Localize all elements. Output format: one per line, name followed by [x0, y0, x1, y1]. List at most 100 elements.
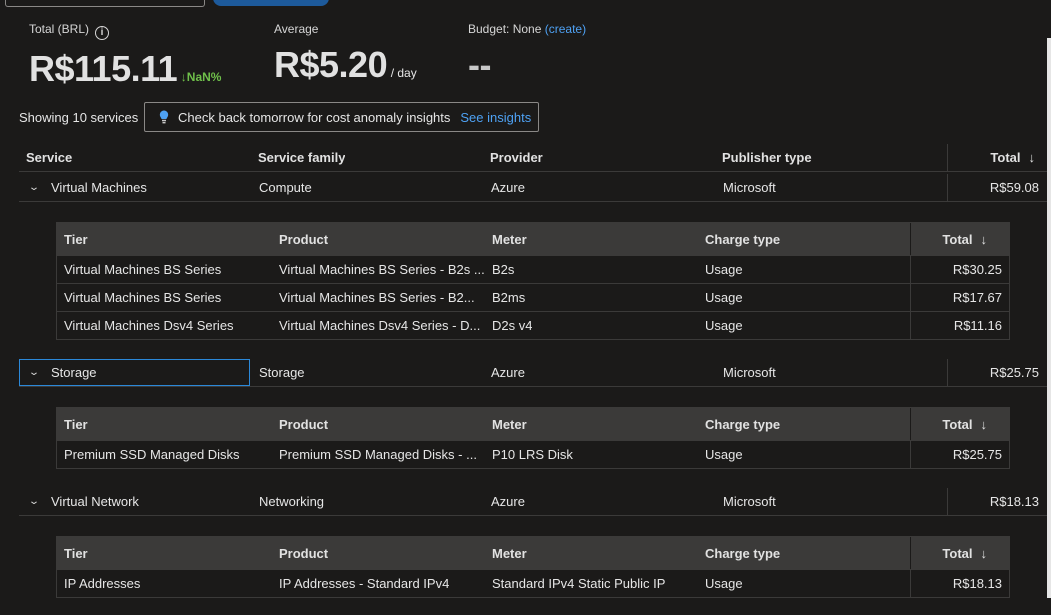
product-cell: Premium SSD Managed Disks - ...	[279, 447, 477, 462]
col-total[interactable]: Total ↓	[949, 144, 1035, 171]
arrow-down-icon: ↓	[1028, 150, 1036, 165]
total-label: Total (BRL)	[29, 22, 90, 36]
service-row-storage[interactable]: ⌄ Storage Storage Azure Microsoft R$25.75	[19, 359, 1047, 387]
table-row[interactable]: Virtual Machines Dsv4 Series Virtual Mac…	[57, 311, 1009, 339]
service-name: Virtual Network	[51, 494, 139, 509]
col-charge-type[interactable]: Charge type	[705, 408, 780, 440]
meter-cell: B2s	[492, 262, 515, 277]
table-row[interactable]: Virtual Machines BS Series Virtual Machi…	[57, 283, 1009, 311]
detail-header: Tier Product Meter Charge type Total ↓	[57, 223, 1009, 255]
see-insights-link[interactable]: See insights	[460, 110, 531, 125]
create-budget-link[interactable]: (create)	[545, 22, 586, 36]
provider: Azure	[491, 180, 525, 195]
total-cell: R$17.67	[952, 290, 1002, 305]
tier-cell: Virtual Machines Dsv4 Series	[64, 318, 234, 333]
meter-cell: D2s v4	[492, 318, 533, 333]
service-family: Storage	[259, 365, 305, 380]
table-header: Service Service family Provider Publishe…	[19, 144, 1047, 172]
charge-cell: Usage	[705, 318, 743, 333]
col-total[interactable]: Total ↓	[912, 537, 987, 569]
col-product[interactable]: Product	[279, 537, 328, 569]
detail-table-virtual-machines: Tier Product Meter Charge type Total ↓ Vi…	[56, 222, 1010, 340]
tier-cell: Premium SSD Managed Disks	[64, 447, 240, 462]
scrollbar[interactable]	[1047, 38, 1051, 598]
col-meter[interactable]: Meter	[492, 537, 527, 569]
arrow-down-icon: ↓	[980, 545, 988, 561]
chevron-down-icon[interactable]: ⌄	[27, 496, 44, 507]
average-unit: / day	[390, 66, 417, 80]
service-row-virtual-network[interactable]: ⌄ Virtual Network Networking Azure Micros…	[19, 488, 1047, 516]
total-cell: R$30.25	[952, 262, 1002, 277]
meter-cell: B2ms	[492, 290, 526, 305]
lightbulb-icon	[159, 110, 169, 124]
total-cell: R$25.75	[952, 447, 1002, 462]
scope-selector[interactable]	[5, 0, 205, 7]
budget-value: --	[468, 44, 491, 85]
table-row[interactable]: Virtual Machines BS Series Virtual Machi…	[57, 255, 1009, 283]
showing-count: Showing 10 services	[19, 110, 139, 125]
col-meter[interactable]: Meter	[492, 408, 527, 440]
charge-cell: Usage	[705, 262, 743, 277]
publisher-type: Microsoft	[723, 494, 776, 509]
service-row-virtual-machines[interactable]: ⌄ Virtual Machines Compute Azure Microsof…	[19, 174, 1047, 202]
col-tier[interactable]: Tier	[64, 408, 88, 440]
publisher-type: Microsoft	[723, 365, 776, 380]
budget-kpi: Budget: None (create) --	[468, 22, 586, 86]
budget-label: Budget: None	[468, 22, 542, 36]
service-name: Virtual Machines	[51, 180, 147, 195]
tier-cell: Virtual Machines BS Series	[64, 290, 222, 305]
product-cell: Virtual Machines BS Series - B2...	[279, 290, 475, 305]
service-total: R$25.75	[989, 365, 1039, 380]
publisher-type: Microsoft	[723, 180, 776, 195]
col-provider[interactable]: Provider	[490, 144, 543, 171]
charge-cell: Usage	[705, 290, 743, 305]
col-publisher-type[interactable]: Publisher type	[722, 144, 812, 171]
detail-table-storage: Tier Product Meter Charge type Total ↓ Pr…	[56, 407, 1010, 469]
chevron-down-icon[interactable]: ⌄	[27, 367, 44, 378]
total-kpi: Total (BRL) i R$115.11 ↓NaN%	[29, 22, 221, 90]
service-name: Storage	[51, 365, 97, 380]
provider: Azure	[491, 494, 525, 509]
total-cell: R$11.16	[953, 318, 1002, 333]
col-total[interactable]: Total ↓	[912, 408, 987, 440]
col-meter[interactable]: Meter	[492, 223, 527, 255]
table-row[interactable]: Premium SSD Managed Disks Premium SSD Ma…	[57, 440, 1009, 468]
chevron-down-icon[interactable]: ⌄	[27, 182, 44, 193]
service-total: R$59.08	[989, 180, 1039, 195]
average-label: Average	[274, 22, 319, 36]
arrow-down-icon: ↓	[980, 231, 988, 247]
detail-header: Tier Product Meter Charge type Total ↓	[57, 537, 1009, 569]
detail-header: Tier Product Meter Charge type Total ↓	[57, 408, 1009, 440]
product-cell: Virtual Machines Dsv4 Series - D...	[279, 318, 481, 333]
total-cell: R$18.13	[952, 576, 1002, 591]
meter-cell: Standard IPv4 Static Public IP	[492, 576, 666, 591]
meter-cell: P10 LRS Disk	[492, 447, 573, 462]
col-charge-type[interactable]: Charge type	[705, 537, 780, 569]
average-kpi: Average R$5.20 / day	[274, 22, 417, 86]
col-service[interactable]: Service	[26, 144, 72, 171]
col-tier[interactable]: Tier	[64, 537, 88, 569]
col-service-family[interactable]: Service family	[258, 144, 345, 171]
service-family: Networking	[259, 494, 325, 509]
col-product[interactable]: Product	[279, 408, 328, 440]
col-product[interactable]: Product	[279, 223, 328, 255]
product-cell: IP Addresses - Standard IPv4	[279, 576, 450, 591]
tier-cell: IP Addresses	[64, 576, 141, 591]
table-row[interactable]: IP Addresses IP Addresses - Standard IPv…	[57, 569, 1009, 597]
col-tier[interactable]: Tier	[64, 223, 88, 255]
insight-banner: Check back tomorrow for cost anomaly ins…	[144, 102, 539, 132]
detail-table-virtual-network: Tier Product Meter Charge type Total ↓ IP…	[56, 536, 1010, 598]
tier-cell: Virtual Machines BS Series	[64, 262, 222, 277]
service-family: Compute	[259, 180, 312, 195]
provider: Azure	[491, 365, 525, 380]
arrow-down-icon: ↓	[980, 416, 988, 432]
col-charge-type[interactable]: Charge type	[705, 223, 780, 255]
col-total[interactable]: Total ↓	[912, 223, 987, 255]
total-trend: ↓NaN%	[180, 70, 222, 84]
average-value: R$5.20	[274, 44, 388, 85]
insight-text: Check back tomorrow for cost anomaly ins…	[178, 109, 451, 125]
charge-cell: Usage	[705, 576, 743, 591]
product-cell: Virtual Machines BS Series - B2s ...	[279, 262, 485, 277]
info-icon[interactable]: i	[95, 26, 110, 40]
primary-button[interactable]	[213, 0, 329, 6]
